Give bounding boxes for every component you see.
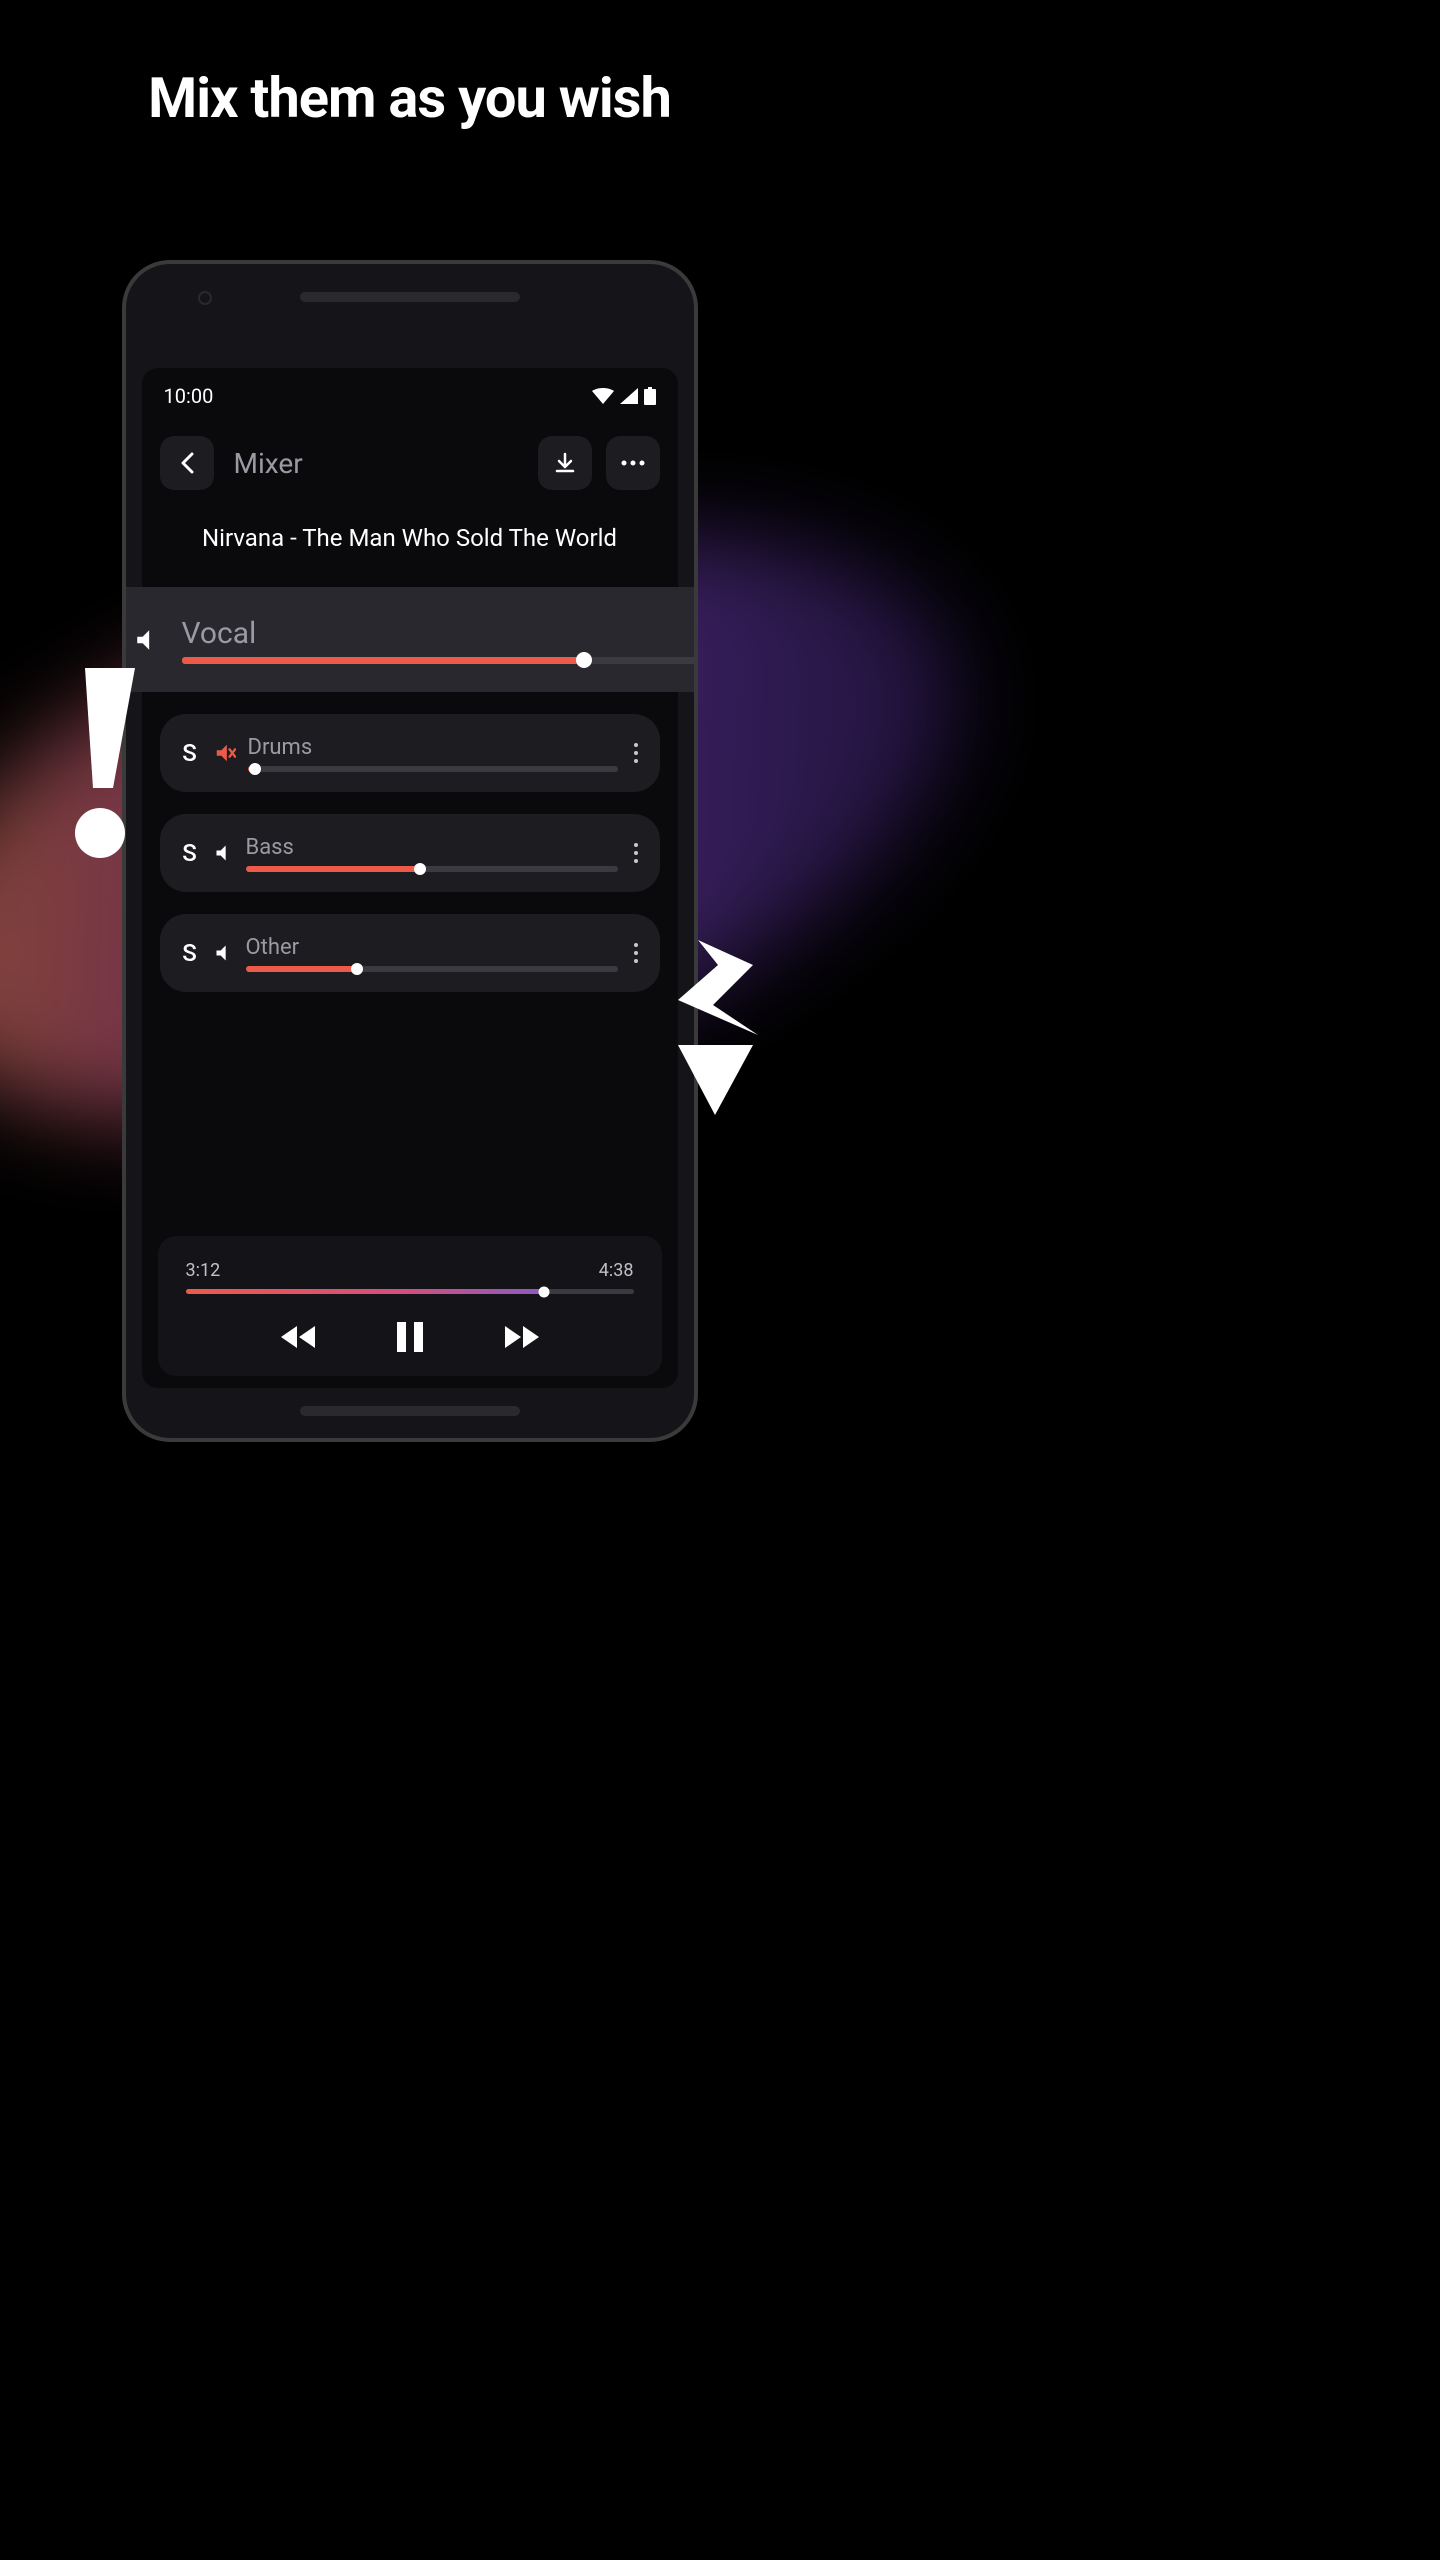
solo-button[interactable]: S xyxy=(178,939,202,967)
track-row-bass: S Bass xyxy=(160,814,660,892)
track-row-drums: S Drums xyxy=(160,714,660,792)
track-row-other: S Other xyxy=(160,914,660,992)
mute-toggle[interactable] xyxy=(214,943,234,963)
phone-speaker-grill xyxy=(300,292,520,302)
speaker-icon xyxy=(134,627,160,653)
cellular-icon xyxy=(620,388,638,404)
forward-icon xyxy=(503,1324,541,1350)
track-list: S Vocal S xyxy=(142,552,678,992)
speaker-muted-icon xyxy=(214,742,236,764)
track-more-button[interactable] xyxy=(630,743,642,763)
lightning-arrow-decoration xyxy=(663,940,763,1115)
playback-progress[interactable] xyxy=(186,1289,634,1294)
track-label: Drums xyxy=(248,735,618,760)
back-button[interactable] xyxy=(160,436,214,490)
track-label: Vocal xyxy=(182,616,698,651)
more-options-button[interactable] xyxy=(606,436,660,490)
total-time: 4:38 xyxy=(599,1260,634,1281)
download-icon xyxy=(553,451,577,475)
volume-slider[interactable] xyxy=(246,866,618,872)
mute-toggle[interactable] xyxy=(214,843,234,863)
track-more-button[interactable] xyxy=(630,843,642,863)
song-title: Nirvana - The Man Who Sold The World xyxy=(142,502,678,552)
solo-button[interactable]: S xyxy=(178,839,202,867)
track-row-vocal: S Vocal xyxy=(122,587,698,692)
phone-screen: 10:00 Mixer Nirvana - The Man Who Sold T… xyxy=(142,368,678,1388)
rewind-icon xyxy=(279,1324,317,1350)
track-more-button[interactable] xyxy=(630,943,642,963)
header-title: Mixer xyxy=(228,447,524,480)
pause-button[interactable] xyxy=(397,1322,423,1352)
forward-button[interactable] xyxy=(503,1322,541,1352)
status-time: 10:00 xyxy=(164,384,214,408)
volume-slider[interactable] xyxy=(182,657,698,664)
phone-home-bar xyxy=(300,1406,520,1416)
mute-toggle[interactable] xyxy=(134,627,160,653)
volume-slider[interactable] xyxy=(246,966,618,972)
exclamation-decoration xyxy=(65,668,145,858)
chevron-left-icon xyxy=(180,452,194,474)
solo-button[interactable]: S xyxy=(178,739,202,767)
rewind-button[interactable] xyxy=(279,1322,317,1352)
marketing-headline: Mix them as you wish xyxy=(0,65,819,131)
app-header: Mixer xyxy=(142,408,678,502)
phone-mockup: 10:00 Mixer Nirvana - The Man Who Sold T… xyxy=(122,260,698,1442)
battery-icon xyxy=(644,387,656,405)
mute-toggle[interactable] xyxy=(214,742,236,764)
volume-slider[interactable] xyxy=(248,766,618,772)
dots-horizontal-icon xyxy=(621,460,645,466)
status-icons xyxy=(592,387,656,405)
speaker-icon xyxy=(214,943,234,963)
speaker-icon xyxy=(214,843,234,863)
download-button[interactable] xyxy=(538,436,592,490)
pause-icon xyxy=(397,1322,423,1352)
elapsed-time: 3:12 xyxy=(186,1260,221,1281)
wifi-icon xyxy=(592,388,614,404)
track-label: Bass xyxy=(246,835,618,860)
track-label: Other xyxy=(246,935,618,960)
player-panel: 3:12 4:38 xyxy=(158,1236,662,1376)
status-bar: 10:00 xyxy=(142,368,678,408)
phone-camera xyxy=(198,291,212,305)
